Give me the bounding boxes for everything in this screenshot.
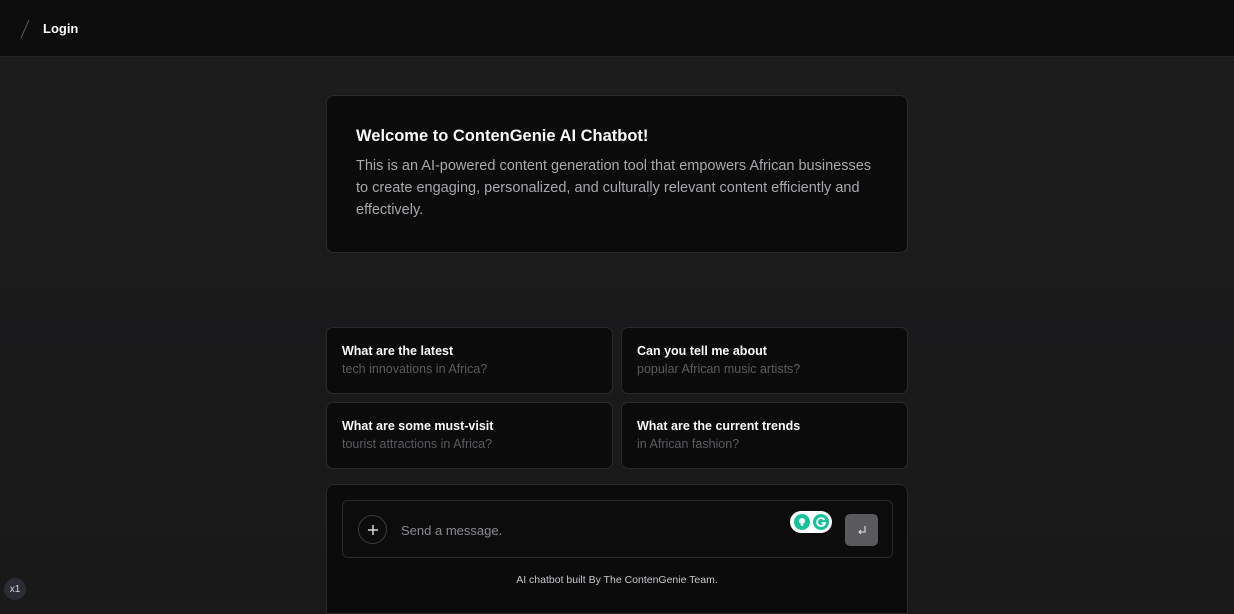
welcome-title: Welcome to ContenGenie AI Chatbot! [356,127,649,145]
suggestion-card[interactable]: What are the current trends in African f… [621,402,908,469]
grammarly-g-icon [812,514,829,530]
slash-separator-icon [20,19,30,39]
login-link[interactable]: Login [43,21,78,36]
suggestion-title: Can you tell me about [637,344,767,358]
suggestion-subtitle: tourist attractions in Africa? [342,437,493,451]
zoom-badge[interactable]: x1 [4,578,26,600]
enter-return-icon [857,526,866,535]
bulb-icon [793,514,810,530]
grammarly-icon[interactable] [790,511,832,533]
suggestion-subtitle: in African fashion? [637,437,740,451]
suggestion-card[interactable]: Can you tell me about popular African mu… [621,327,908,394]
suggestion-card[interactable]: What are some must-visit tourist attract… [326,402,613,469]
suggestion-card[interactable]: What are the latest tech innovations in … [326,327,613,394]
plus-icon[interactable] [358,515,387,544]
suggestion-subtitle: tech innovations in Africa? [342,362,488,376]
footer-credit: AI chatbot built By The ContenGenie Team… [516,574,718,586]
welcome-description: This is an AI-powered content generation… [356,158,872,218]
suggestion-title: What are the current trends [637,419,801,433]
message-input[interactable] [401,521,781,539]
send-button[interactable] [845,514,878,546]
message-input-container [342,500,893,558]
suggestion-title: What are the latest [342,344,454,358]
suggestion-title: What are some must-visit [342,419,494,433]
top-navbar: Login [0,0,1234,57]
welcome-card: Welcome to ContenGenie AI Chatbot! This … [326,95,908,253]
plus-icon-glyph [367,524,378,535]
suggestion-subtitle: popular African music artists? [637,362,801,376]
message-composer: AI chatbot built By The ContenGenie Team… [326,484,908,614]
